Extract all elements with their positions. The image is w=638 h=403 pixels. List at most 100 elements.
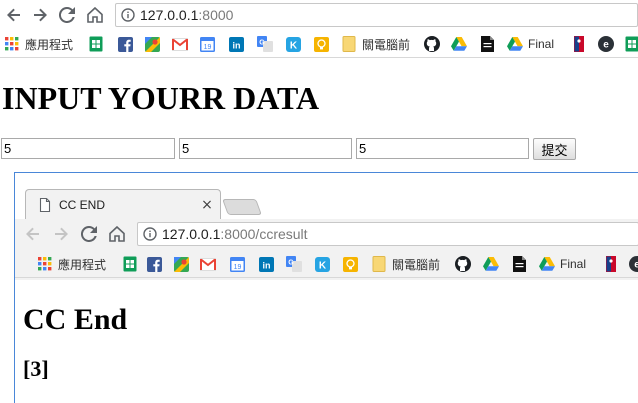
bookmark-item[interactable]	[603, 250, 619, 278]
facebook-icon	[146, 256, 162, 272]
bookmark-item[interactable]	[424, 30, 440, 58]
address-bar[interactable]: 127.0.0.1:8000	[115, 3, 638, 27]
bookmark-item[interactable]: 關電腦前	[371, 250, 440, 278]
address-bar[interactable]: 127.0.0.1:8000/ccresult	[137, 222, 638, 246]
url-path: :8000/ccresult	[220, 226, 308, 242]
forward-arrow-icon[interactable]	[28, 0, 52, 30]
bookmark-item[interactable]: in	[258, 250, 274, 278]
bookmark-item[interactable]: 19	[199, 30, 215, 58]
bookmark-item[interactable]: 關電腦前	[341, 30, 410, 58]
url-host: 127.0.0.1	[162, 226, 221, 242]
reload-icon[interactable]	[77, 219, 101, 249]
bookmark-item[interactable]: G	[286, 250, 302, 278]
bulb-icon	[342, 256, 358, 272]
bookmark-item[interactable]	[200, 250, 216, 278]
maps-icon	[144, 36, 160, 52]
svg-text:G: G	[259, 40, 265, 47]
bookmark-item[interactable]: e	[629, 250, 638, 278]
url-host: 127.0.0.1	[140, 7, 199, 23]
bookmark-item[interactable]: e	[598, 30, 614, 58]
bookmark-item[interactable]: G	[257, 30, 273, 58]
info-icon[interactable]	[138, 223, 162, 245]
bookmark-item[interactable]	[483, 250, 499, 278]
apps-grid-icon	[4, 36, 20, 52]
folder-icon	[341, 36, 357, 52]
page-icon	[37, 197, 53, 213]
sheets-icon	[88, 36, 104, 52]
close-icon[interactable]: ×	[199, 197, 215, 213]
bookmark-item[interactable]	[173, 250, 189, 278]
document-icon	[479, 36, 495, 52]
submit-button[interactable]: 提交	[533, 138, 576, 160]
bookmark-item[interactable]	[88, 30, 104, 58]
bookmark-item[interactable]: 19	[229, 250, 245, 278]
bookmark-label: 關電腦前	[362, 37, 411, 52]
bookmark-item[interactable]	[146, 250, 162, 278]
github-icon	[455, 256, 471, 272]
gmail-icon	[200, 256, 216, 272]
bookmark-item[interactable]	[479, 30, 495, 58]
bookmark-item[interactable]: Final	[539, 250, 586, 278]
bookmark-item[interactable]	[313, 30, 329, 58]
bookmark-item[interactable]: 應用程式	[4, 30, 73, 58]
result-window: CC END × 127.0.0.1:8000/ccresult 應用程式 19 i…	[14, 172, 638, 403]
bookmark-item[interactable]: 應用程式	[37, 250, 106, 278]
page-title: INPUT YOURR DATA	[2, 80, 320, 116]
new-tab-button[interactable]	[222, 199, 262, 215]
bookmark-item[interactable]	[624, 30, 638, 58]
sheets-icon	[624, 36, 638, 52]
bookmark-label: 應用程式	[58, 257, 107, 272]
reload-icon[interactable]	[55, 0, 79, 30]
linkedin-icon: in	[228, 36, 244, 52]
svg-text:19: 19	[203, 44, 211, 51]
bulb-icon	[313, 36, 329, 52]
svg-text:G: G	[288, 260, 294, 267]
bookmark-item[interactable]	[511, 250, 527, 278]
input-field-2[interactable]	[179, 138, 352, 159]
result-toolbar: 127.0.0.1:8000/ccresult	[15, 219, 638, 249]
home-icon[interactable]	[83, 0, 107, 30]
bookmark-label: Final	[560, 257, 587, 271]
home-icon[interactable]	[105, 219, 129, 249]
svg-text:in: in	[262, 260, 270, 270]
tab-cc-end[interactable]	[25, 189, 221, 219]
back-arrow-icon[interactable]	[21, 219, 45, 249]
bookmark-item[interactable]: Final	[507, 30, 554, 58]
nba-icon	[603, 256, 619, 272]
e-icon: e	[598, 36, 614, 52]
url-port: :8000	[198, 7, 234, 23]
svg-text:K: K	[318, 260, 326, 271]
bookmark-label: Final	[528, 37, 555, 51]
facebook-icon	[117, 36, 133, 52]
forward-arrow-icon[interactable]	[49, 219, 73, 249]
bookmark-item[interactable]: K	[285, 30, 301, 58]
bookmark-label: 應用程式	[25, 37, 74, 52]
drive-icon	[483, 256, 499, 272]
calendar-icon: 19	[229, 256, 245, 272]
document-icon	[511, 256, 527, 272]
info-icon[interactable]	[116, 4, 140, 26]
bookmark-item[interactable]	[455, 250, 471, 278]
tab-title: CC END	[59, 198, 106, 212]
input-field-1[interactable]	[1, 138, 175, 159]
sheets-icon	[122, 256, 138, 272]
bookmark-item[interactable]	[451, 30, 467, 58]
bookmark-item[interactable]: K	[314, 250, 330, 278]
bookmark-item[interactable]	[342, 250, 358, 278]
linkedin-icon: in	[258, 256, 274, 272]
translate-icon: G	[286, 256, 302, 272]
back-arrow-icon[interactable]	[2, 0, 26, 30]
bookmark-item[interactable]	[144, 30, 160, 58]
bookmark-item[interactable]	[122, 250, 138, 278]
bookmark-item[interactable]	[117, 30, 133, 58]
bookmark-item[interactable]	[172, 30, 188, 58]
bookmark-item[interactable]: in	[228, 30, 244, 58]
bookmark-label: 關電腦前	[392, 257, 441, 272]
input-field-3[interactable]	[356, 138, 529, 159]
folder-icon	[371, 256, 387, 272]
bookmarks-bar: 應用程式 19 in G K 關電腦前 Final e	[15, 250, 638, 278]
bookmark-item[interactable]	[571, 30, 587, 58]
nba-icon	[571, 36, 587, 52]
drive-icon	[539, 256, 555, 272]
bookmarks-bar: 應用程式 19 in G K 關電腦前 Final e	[0, 30, 638, 58]
